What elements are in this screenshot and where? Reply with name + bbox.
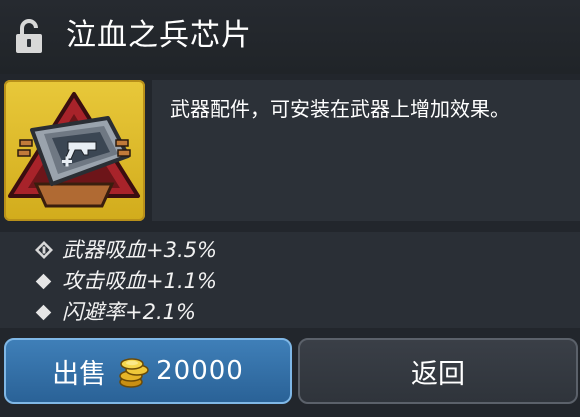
panel-header: 泣血之兵芯片 bbox=[0, 0, 580, 74]
item-description: 武器配件，可安装在武器上增加效果。 bbox=[170, 97, 510, 121]
stat-text: 闪避率+2.1% bbox=[62, 300, 196, 324]
unlocked-padlock-icon[interactable] bbox=[14, 18, 44, 54]
rank-badge-icon bbox=[35, 241, 53, 259]
sell-button[interactable]: 出售 20000 bbox=[4, 338, 292, 404]
item-detail-panel: 泣血之兵芯片 武器配件，可安装在武器上增加效果。 武器吸血+3.5% 攻击吸血+… bbox=[0, 0, 580, 417]
stat-row: 攻击吸血+1.1% bbox=[34, 266, 217, 296]
stats-list: 武器吸血+3.5% 攻击吸血+1.1% 闪避率+2.1% bbox=[0, 232, 580, 328]
stat-row: 闪避率+2.1% bbox=[34, 297, 196, 327]
item-title: 泣血之兵芯片 bbox=[66, 18, 252, 53]
sell-label: 出售 bbox=[52, 358, 107, 390]
sell-price: 20000 bbox=[156, 356, 244, 386]
back-button[interactable]: 返回 bbox=[298, 338, 578, 404]
gold-coin-stack-icon bbox=[119, 358, 149, 388]
diamond-bullet-icon bbox=[35, 273, 52, 289]
stat-text: 武器吸血+3.5% bbox=[62, 238, 217, 262]
diamond-bullet-icon bbox=[35, 304, 52, 320]
weapon-chip-icon bbox=[8, 92, 140, 208]
back-label: 返回 bbox=[411, 358, 465, 390]
stat-row: 武器吸血+3.5% bbox=[34, 235, 217, 265]
stat-text: 攻击吸血+1.1% bbox=[62, 269, 217, 293]
item-icon-frame bbox=[4, 80, 145, 221]
item-description-box: 武器配件，可安装在武器上增加效果。 bbox=[152, 80, 580, 221]
